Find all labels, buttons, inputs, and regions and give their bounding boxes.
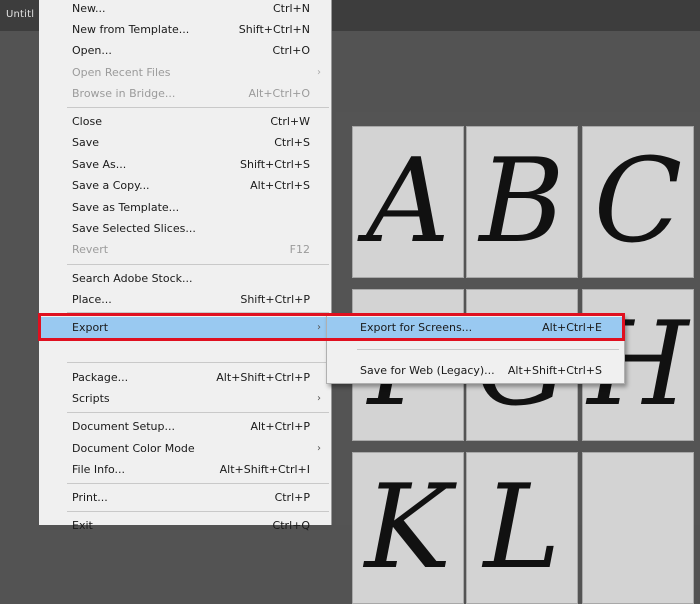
menu-item-shortcut: Ctrl+Q (272, 519, 310, 532)
letter-cell: L (466, 452, 578, 604)
menu-item-shortcut: Alt+Shift+Ctrl+I (219, 463, 310, 476)
menu-item-label: Open Recent Files (72, 66, 171, 79)
menu-item-export[interactable]: Export › (39, 317, 332, 338)
menu-item-save-selected-slices[interactable]: Save Selected Slices... (39, 218, 332, 239)
menu-item-label: Document Color Mode (72, 442, 195, 455)
menu-item-label: Save (72, 136, 100, 149)
menu-item-shortcut: Shift+Ctrl+N (238, 23, 310, 36)
menu-item-label: Print... (72, 491, 108, 504)
menu-item-label: Export (72, 321, 109, 334)
menu-item-save-as[interactable]: Save As... Shift+Ctrl+S (39, 154, 332, 175)
menu-item-shortcut: Ctrl+N (272, 2, 310, 15)
chevron-right-icon: › (317, 443, 321, 454)
submenu-item-label: Export for Screens... (360, 321, 473, 334)
menu-item-shortcut: Ctrl+P (274, 491, 310, 504)
menu-item-shortcut: Shift+Ctrl+S (240, 158, 310, 171)
menu-item-label: Place... (72, 293, 112, 306)
menu-item-save-a-copy[interactable]: Save a Copy... Alt+Ctrl+S (39, 175, 332, 196)
menu-item-label: Scripts (72, 392, 110, 405)
menu-item-shortcut: Ctrl+W (270, 115, 310, 128)
menu-item-label: Save a Copy... (72, 179, 150, 192)
chevron-right-icon: › (317, 393, 321, 404)
menu-separator (67, 412, 329, 413)
submenu-item-shortcut: Alt+Shift+Ctrl+S (507, 364, 602, 377)
menu-item-open[interactable]: Open... Ctrl+O (39, 40, 332, 61)
menu-item-new[interactable]: New... Ctrl+N (39, 0, 332, 19)
chevron-right-icon: › (317, 322, 321, 333)
submenu-item-label: Save for Web (Legacy)... (360, 364, 495, 377)
menu-item-label: New from Template... (72, 23, 190, 36)
menu-item-file-info[interactable]: File Info... Alt+Shift+Ctrl+I (39, 459, 332, 480)
menu-item-scripts[interactable]: Scripts › (39, 388, 332, 409)
menu-item-revert[interactable]: Revert F12 (39, 239, 332, 260)
menu-item-shortcut: Ctrl+S (274, 136, 310, 149)
menu-item-exit[interactable]: Exit Ctrl+Q (39, 515, 332, 536)
menu-separator (67, 107, 329, 108)
chevron-right-icon: › (317, 67, 321, 78)
menu-item-save[interactable]: Save Ctrl+S (39, 132, 332, 153)
menu-item-open-recent-files[interactable]: Open Recent Files › (39, 62, 332, 83)
submenu-item-shortcut: Alt+Ctrl+E (542, 321, 602, 334)
menu-item-shortcut: Alt+Shift+Ctrl+P (216, 371, 310, 384)
menu-item-shortcut: F12 (289, 243, 310, 256)
letter-glyph: L (483, 460, 561, 595)
menu-item-label: Save As... (72, 158, 127, 171)
menu-item-document-setup[interactable]: Document Setup... Alt+Ctrl+P (39, 416, 332, 437)
menu-item-close[interactable]: Close Ctrl+W (39, 111, 332, 132)
letter-cell: C (582, 126, 694, 278)
file-menu: New... Ctrl+N New from Template... Shift+C… (39, 0, 332, 532)
menu-item-place[interactable]: Place... Shift+Ctrl+P (39, 289, 332, 310)
menu-item-package[interactable]: Package... Alt+Shift+Ctrl+P (39, 367, 332, 388)
letter-glyph: A (366, 134, 450, 269)
menu-item-save-as-template[interactable]: Save as Template... (39, 197, 332, 218)
menu-item-label: New... (72, 2, 106, 15)
menu-item-shortcut: Alt+Ctrl+P (250, 420, 310, 433)
menu-item-label: Close (72, 115, 102, 128)
letter-cell (582, 452, 694, 604)
letter-glyph: C (593, 134, 683, 269)
menu-item-label: Save Selected Slices... (72, 222, 196, 235)
submenu-item-save-for-web-legacy[interactable]: Save for Web (Legacy)... Alt+Shift+Ctrl+S (327, 360, 624, 381)
menu-item-label: File Info... (72, 463, 126, 476)
menu-separator (67, 362, 329, 363)
menu-item-print[interactable]: Print... Ctrl+P (39, 487, 332, 508)
menu-separator (67, 264, 329, 265)
document-title-overlay: Untitl (6, 9, 35, 20)
menu-item-label: Revert (72, 243, 109, 256)
menu-item-label: Exit (72, 519, 93, 532)
letter-glyph: K (364, 460, 452, 595)
menu-item-document-color-mode[interactable]: Document Color Mode › (39, 438, 332, 459)
letter-cell: A (352, 126, 464, 278)
menu-item-label: Open... (72, 44, 112, 57)
menu-item-label: Save as Template... (72, 201, 180, 214)
menu-item-shortcut: Alt+Ctrl+O (248, 87, 310, 100)
menu-item-shortcut: Shift+Ctrl+P (240, 293, 310, 306)
letter-cell: B (466, 126, 578, 278)
export-submenu: Export for Screens... Alt+Ctrl+E Save for… (326, 314, 625, 384)
menu-separator (67, 312, 329, 313)
menu-item-shortcut: Ctrl+O (272, 44, 310, 57)
menu-separator (67, 483, 329, 484)
letter-glyph: B (479, 134, 565, 269)
menu-item-label: Search Adobe Stock... (72, 272, 193, 285)
submenu-separator (357, 349, 619, 350)
menu-item-label: Browse in Bridge... (72, 87, 176, 100)
submenu-item-export-for-screens[interactable]: Export for Screens... Alt+Ctrl+E (327, 317, 624, 338)
menu-separator (67, 511, 329, 512)
menu-item-browse-in-bridge[interactable]: Browse in Bridge... Alt+Ctrl+O (39, 83, 332, 104)
letter-cell: K (352, 452, 464, 604)
menu-item-new-from-template[interactable]: New from Template... Shift+Ctrl+N (39, 19, 332, 40)
menu-item-label: Document Setup... (72, 420, 175, 433)
menu-item-search-adobe-stock[interactable]: Search Adobe Stock... (39, 268, 332, 289)
menu-item-shortcut: Alt+Ctrl+S (250, 179, 310, 192)
menu-item-label: Package... (72, 371, 129, 384)
